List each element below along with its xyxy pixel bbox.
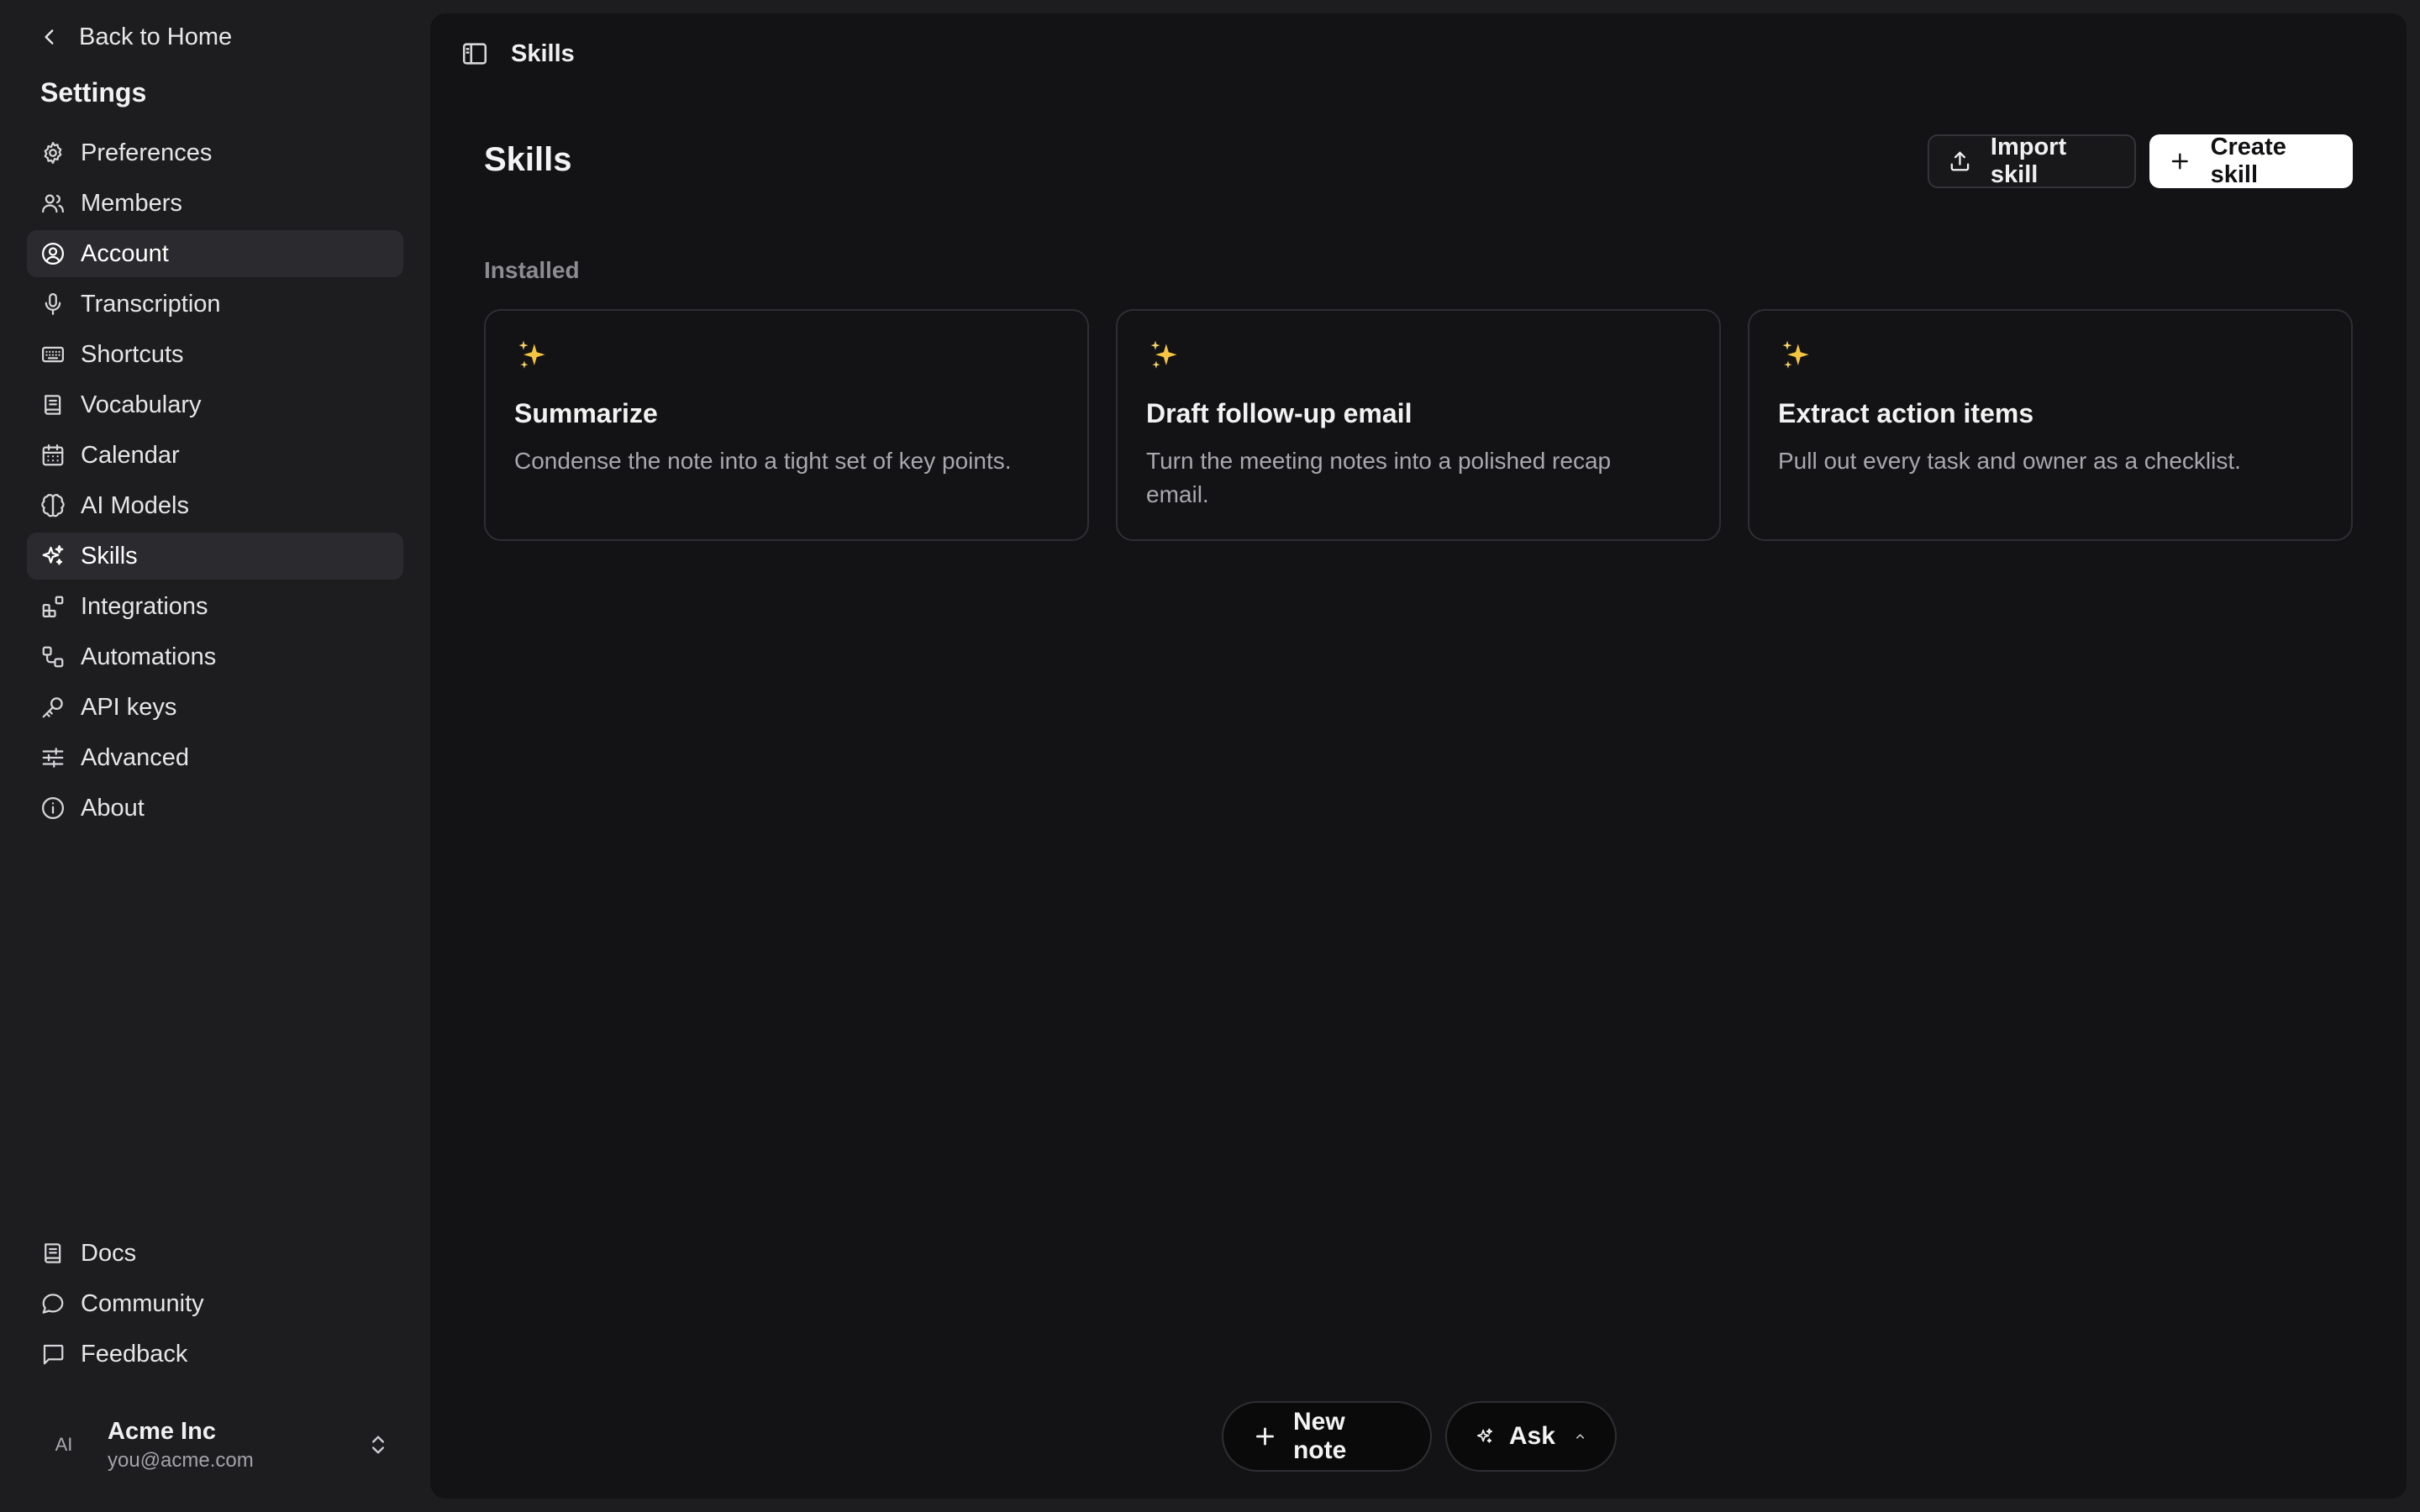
account-info: Acme Inc you@acme.com	[108, 1418, 254, 1473]
sidebar-item-feedback[interactable]: Feedback	[27, 1331, 403, 1378]
sidebar-item-about[interactable]: About	[27, 785, 403, 832]
sidebar-item-label: Automations	[81, 643, 217, 670]
chevron-left-icon	[45, 29, 54, 45]
sidebar-item-label: API keys	[81, 693, 177, 721]
sidebar-item-docs[interactable]: Docs	[27, 1230, 403, 1277]
chevron-up-icon	[1576, 1434, 1584, 1439]
settings-sidebar: Back to Home Settings Preferences Member…	[0, 0, 430, 1512]
users-icon	[42, 194, 64, 213]
calendar-icon	[42, 444, 64, 466]
sidebar-item-advanced[interactable]: Advanced	[27, 734, 403, 781]
ask-button[interactable]: Ask	[1445, 1401, 1617, 1472]
upload-icon	[1950, 151, 1970, 171]
create-skill-button[interactable]: Create skill	[2149, 134, 2353, 188]
app-window: Back to Home Settings Preferences Member…	[0, 0, 2420, 1512]
sidebar-item-label: Transcription	[81, 290, 221, 318]
sidebar-item-label: Community	[81, 1289, 204, 1317]
skill-card-description: Turn the meeting notes into a polished r…	[1146, 448, 1612, 507]
sparkles-icon	[1150, 340, 1177, 369]
sparkles-icon	[1476, 1428, 1493, 1443]
sidebar-item-skills[interactable]: Skills	[27, 533, 403, 580]
document-icon	[45, 1243, 61, 1263]
sidebar-item-label: Skills	[81, 542, 138, 570]
sidebar-item-shortcuts[interactable]: Shortcuts	[27, 331, 403, 378]
sidebar-item-label: Advanced	[81, 743, 189, 771]
avatar: AI	[55, 1434, 73, 1455]
sidebar-item-label: Integrations	[81, 592, 208, 620]
new-note-label: New note	[1292, 1408, 1347, 1464]
sidebar-item-label: Account	[81, 239, 169, 267]
settings-title: Settings	[40, 77, 147, 108]
sidebar-item-label: Feedback	[81, 1340, 188, 1368]
settings-nav: Preferences Members Account Transcriptio…	[27, 129, 403, 835]
skill-card-summarize[interactable]: Summarize Condense the note into a tight…	[484, 309, 1089, 541]
account-email: you@acme.com	[108, 1448, 254, 1472]
skill-card-title: Draft follow-up email	[1146, 398, 1413, 428]
sparkles-icon	[42, 545, 64, 565]
sidebar-item-label: Preferences	[81, 139, 213, 166]
info-icon	[42, 797, 64, 819]
sidebar-toggle-icon[interactable]	[460, 39, 489, 68]
sidebar-item-ai-models[interactable]: AI Models	[27, 482, 403, 529]
account-name: Acme Inc	[108, 1417, 216, 1445]
skill-card-title: Extract action items	[1778, 398, 2034, 428]
sidebar-item-account[interactable]: Account	[27, 230, 403, 277]
sidebar-item-label: Shortcuts	[81, 340, 184, 368]
user-circle-icon	[42, 243, 64, 265]
workflow-icon	[42, 646, 64, 668]
account-switcher[interactable]: AI Acme Inc you@acme.com	[27, 1411, 403, 1478]
brain-icon	[41, 494, 65, 517]
main-panel: Skills Skills Import skill Create skill …	[430, 13, 2407, 1499]
gear-icon	[44, 142, 62, 164]
sidebar-item-label: AI Models	[81, 491, 189, 519]
sidebar-item-members[interactable]: Members	[27, 180, 403, 227]
sidebar-item-automations[interactable]: Automations	[27, 633, 403, 680]
back-to-home-label: Back to Home	[79, 23, 233, 50]
sidebar-item-label: About	[81, 794, 145, 822]
page-title: Skills	[484, 141, 572, 178]
plus-icon	[1256, 1427, 1274, 1446]
new-note-button[interactable]: New note	[1222, 1401, 1432, 1472]
back-to-home-link[interactable]: Back to Home	[39, 20, 232, 54]
sparkles-icon	[1782, 340, 1809, 369]
sidebar-item-preferences[interactable]: Preferences	[27, 129, 403, 176]
sidebar-item-label: Calendar	[81, 441, 180, 469]
chat-bubble-icon	[42, 1294, 64, 1314]
skill-card-description: Pull out every task and owner as a check…	[1778, 448, 2241, 474]
sparkles-icon	[518, 340, 545, 369]
sidebar-item-community[interactable]: Community	[27, 1280, 403, 1327]
blocks-icon	[42, 596, 64, 617]
ask-label: Ask	[1508, 1422, 1555, 1450]
sidebar-item-calendar[interactable]: Calendar	[27, 432, 403, 479]
sidebar-item-label: Members	[81, 189, 182, 217]
import-skill-label: Import skill	[1990, 134, 2067, 188]
skill-card-extract-action-items[interactable]: Extract action items Pull out every task…	[1748, 309, 2353, 541]
key-icon	[42, 697, 63, 718]
installed-section-label: Installed	[484, 257, 580, 283]
create-skill-label: Create skill	[2210, 134, 2286, 188]
skill-card-draft-follow-up-email[interactable]: Draft follow-up email Turn the meeting n…	[1116, 309, 1721, 541]
sidebar-item-integrations[interactable]: Integrations	[27, 583, 403, 630]
sidebar-item-label: Vocabulary	[81, 391, 202, 418]
sidebar-footer-links: Docs Community Feedback	[27, 1230, 403, 1381]
plus-icon	[2171, 153, 2188, 170]
skills-grid: Summarize Condense the note into a tight…	[484, 309, 2353, 541]
chevron-up-down-icon	[372, 1436, 384, 1454]
keyboard-icon	[42, 346, 64, 363]
import-skill-button[interactable]: Import skill	[1928, 134, 2136, 188]
message-square-icon	[43, 1344, 64, 1365]
breadcrumb: Skills	[511, 39, 575, 67]
book-icon	[45, 395, 61, 415]
skill-card-description: Condense the note into a tight set of ke…	[514, 448, 1012, 474]
sidebar-item-vocabulary[interactable]: Vocabulary	[27, 381, 403, 428]
sidebar-item-api-keys[interactable]: API keys	[27, 684, 403, 731]
sidebar-item-label: Docs	[81, 1239, 137, 1267]
sliders-icon	[42, 748, 64, 768]
sidebar-item-transcription[interactable]: Transcription	[27, 281, 403, 328]
microphone-icon	[45, 293, 61, 315]
skill-card-title: Summarize	[514, 398, 658, 428]
topbar: Skills	[430, 13, 2407, 94]
